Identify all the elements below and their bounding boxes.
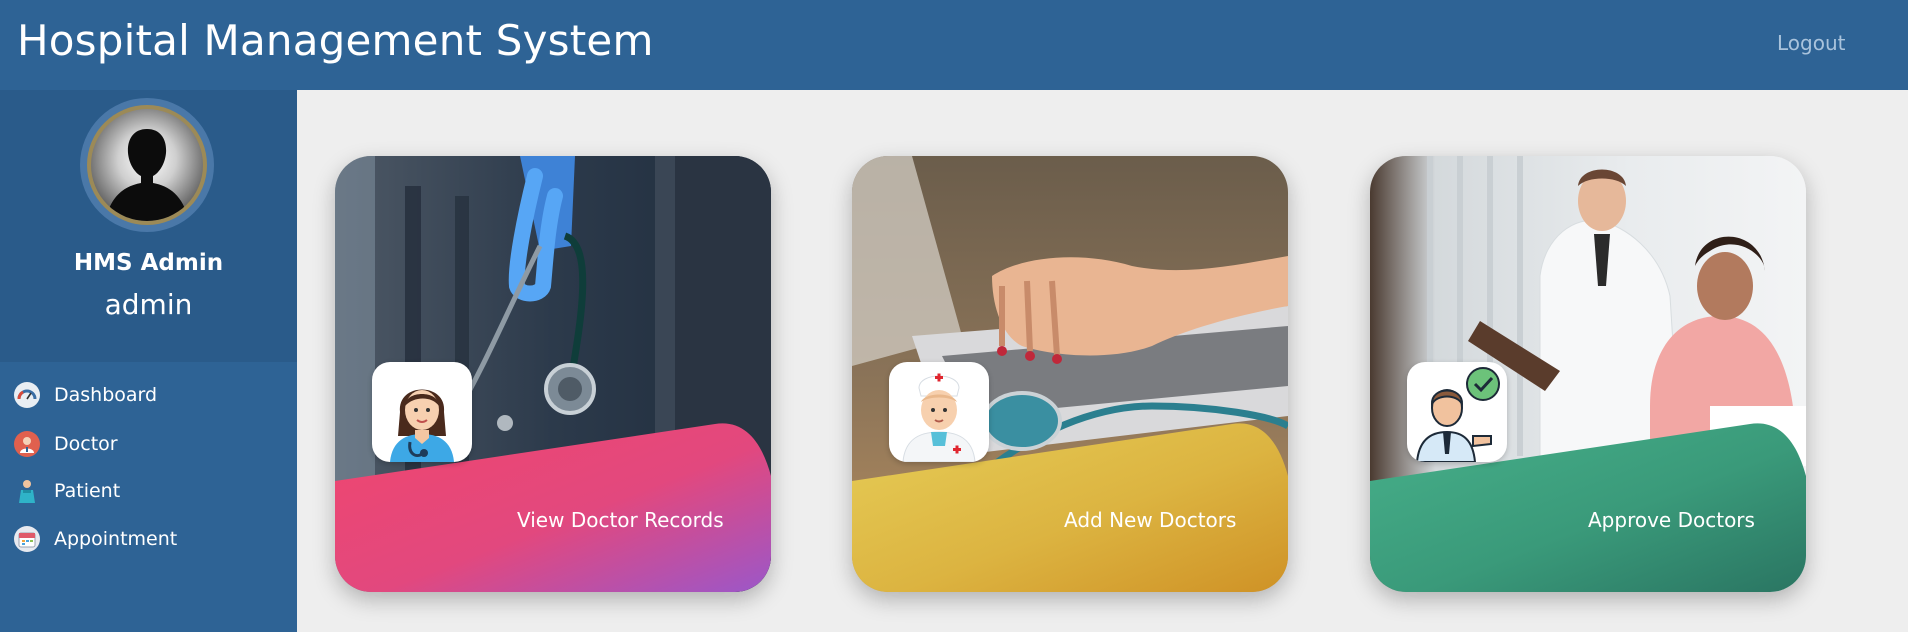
profile-name: HMS Admin (73, 250, 224, 276)
calendar-icon (14, 526, 40, 552)
sidebar: HMS Admin admin Dashboard Doctor Patient… (0, 90, 297, 632)
sidebar-item-dashboard[interactable]: Dashboard (14, 378, 157, 412)
add-new-doctors-card[interactable]: Add New Doctors (852, 156, 1288, 592)
dashboard-gauge-icon (14, 382, 40, 408)
nurse-doctor-icon (889, 362, 989, 462)
card-label: View Doctor Records (517, 508, 724, 532)
approve-doctors-card[interactable]: Approve Doctors (1370, 156, 1806, 592)
profile-role: admin (104, 288, 193, 321)
approve-doctor-icon (1407, 362, 1507, 462)
card-label: Add New Doctors (1064, 508, 1237, 532)
sidebar-item-label: Dashboard (54, 384, 158, 406)
view-doctor-records-card[interactable]: View Doctor Records (335, 156, 771, 592)
logout-link[interactable]: Logout (1777, 31, 1845, 55)
app-title: Hospital Management System (17, 16, 654, 65)
user-silhouette-icon (91, 109, 203, 221)
sidebar-item-appointment[interactable]: Appointment (14, 522, 177, 556)
profile-panel: HMS Admin admin (0, 90, 297, 362)
avatar (87, 105, 207, 225)
doctor-icon (14, 431, 40, 457)
sidebar-item-label: Patient (54, 480, 121, 502)
patient-icon (14, 478, 40, 504)
sidebar-item-label: Appointment (54, 528, 178, 550)
card-label: Approve Doctors (1588, 508, 1755, 532)
top-header-bar: Hospital Management System Logout (0, 0, 1908, 90)
sidebar-item-patient[interactable]: Patient (14, 474, 120, 508)
female-doctor-icon (372, 362, 472, 462)
sidebar-item-label: Doctor (54, 433, 118, 455)
sidebar-item-doctor[interactable]: Doctor (14, 427, 118, 461)
